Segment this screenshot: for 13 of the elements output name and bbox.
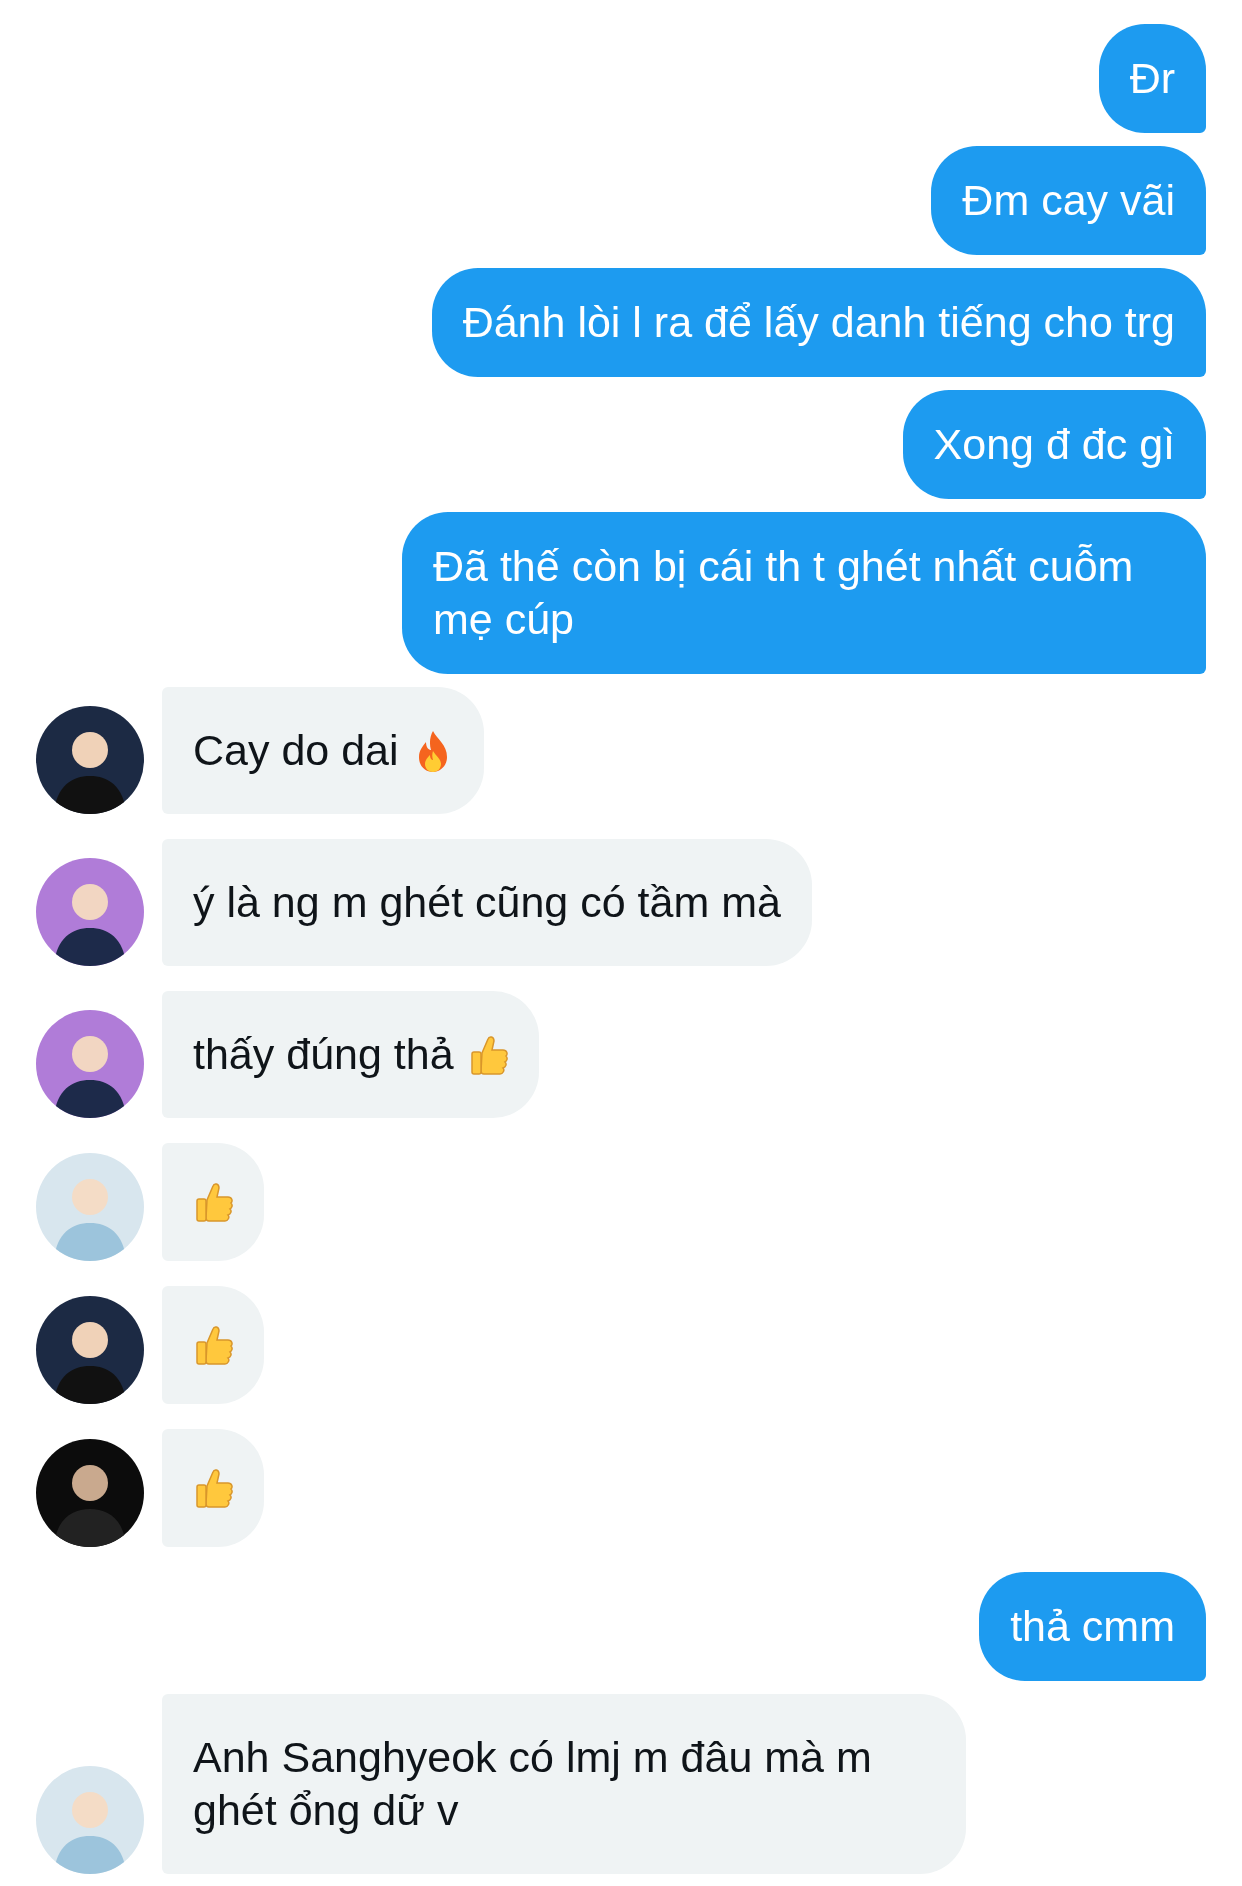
message-bubble: Xong đ đc gì: [902, 390, 1206, 499]
message-bubble: Đr: [1098, 24, 1206, 133]
message-bubble: Anh Sanghyeok có lmj m đâu mà m ghét ổng dữ v: [162, 1694, 966, 1874]
message-bubble: Đã thế còn bị cái th t ghét nhất cuỗm mẹ cúp: [402, 512, 1206, 674]
thumbs-up-icon: [193, 1323, 233, 1367]
thumbs-up-icon: [193, 1466, 233, 1510]
message-bubble: Đm cay vãi: [931, 146, 1206, 255]
message-bubble: thấy đúng thả: [162, 991, 539, 1118]
message-bubble: ý là ng m ghét cũng có tầm mà: [162, 839, 812, 966]
message-bubble: Đánh lòi l ra để lấy danh tiếng cho trg: [431, 268, 1206, 377]
message-bubble: Cay do dai: [162, 687, 484, 814]
thumbs-up-icon: [193, 1180, 233, 1224]
message-bubble: thả cmm: [979, 1572, 1206, 1681]
